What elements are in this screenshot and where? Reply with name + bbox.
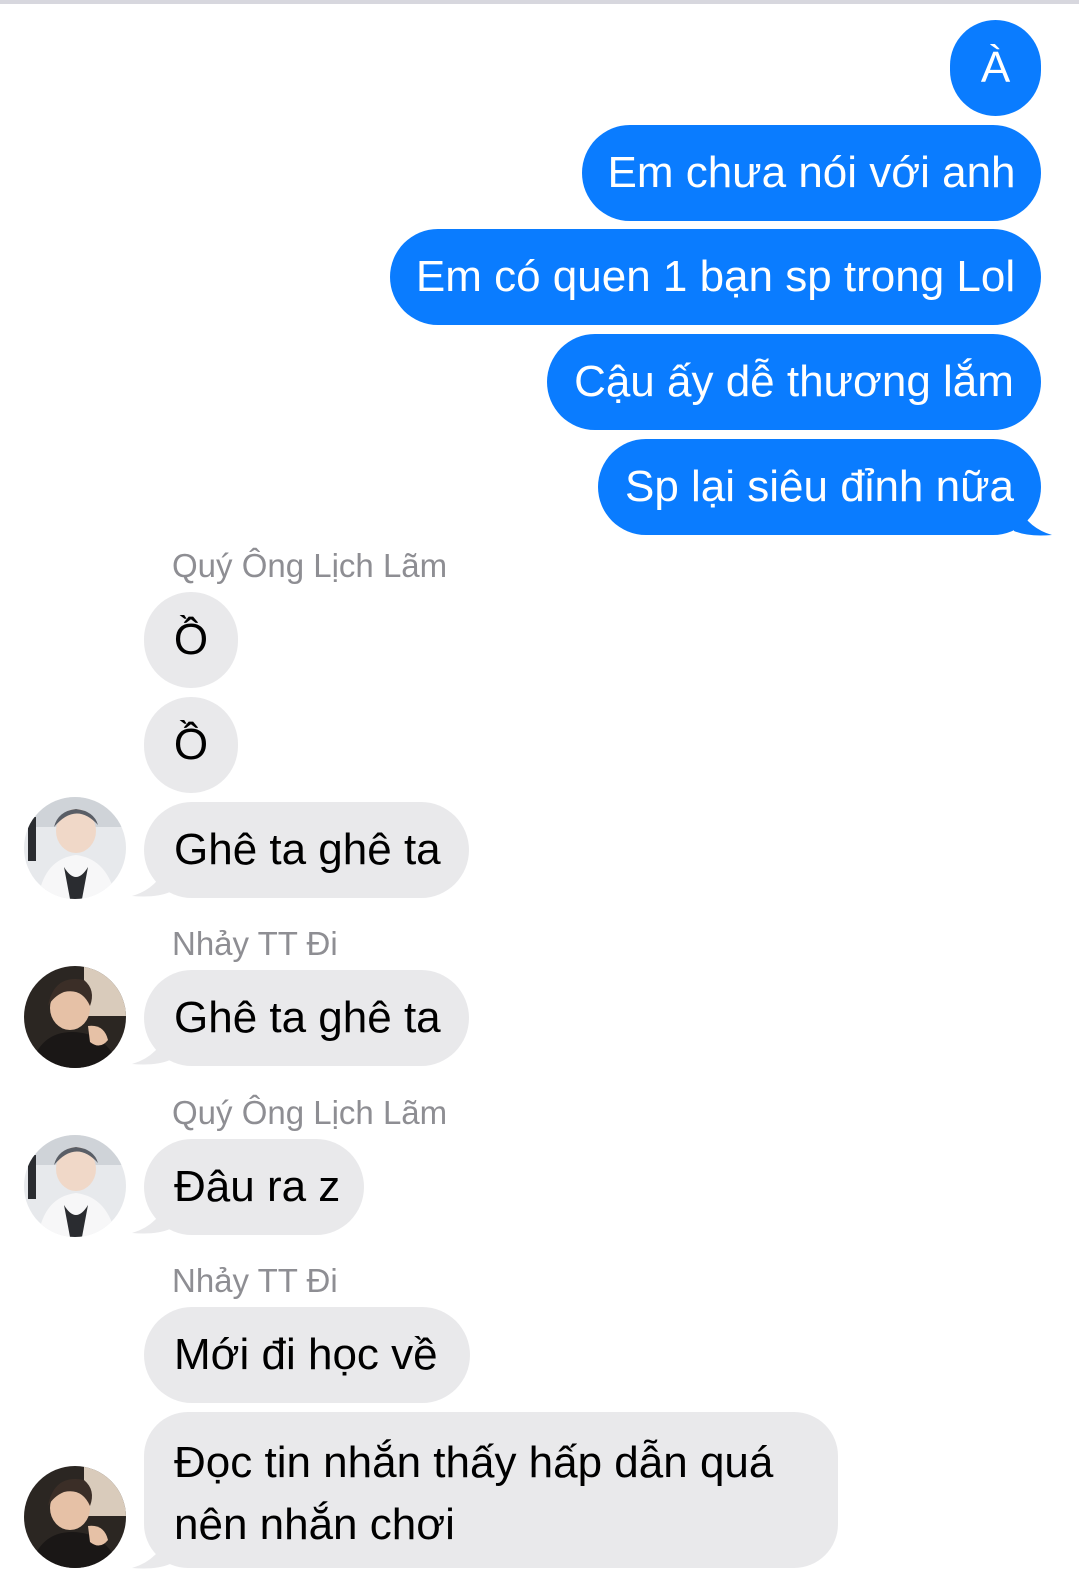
top-divider <box>0 0 1079 4</box>
bubble-tail-icon <box>132 1195 170 1234</box>
sender-name: Quý Ông Lịch Lãm <box>172 1094 448 1131</box>
outgoing-message[interactable]: Cậu ấy dễ thương lắm <box>547 334 1041 430</box>
incoming-message[interactable]: Ồ <box>144 697 238 793</box>
sender-name: Nhảy TT Đi <box>172 1262 338 1299</box>
incoming-message[interactable]: Đọc tin nhắn thấy hấp dẫn quá nên nhắn c… <box>144 1412 838 1568</box>
incoming-message[interactable]: Mới đi học về <box>144 1307 470 1403</box>
avatar[interactable] <box>24 1466 126 1568</box>
avatar[interactable] <box>24 1135 126 1237</box>
profile-photo-dark-icon <box>24 966 126 1068</box>
outgoing-message[interactable]: Sp lại siêu đỉnh nữa <box>598 439 1041 535</box>
avatar[interactable] <box>24 797 126 899</box>
bubble-tail-icon <box>132 1026 170 1065</box>
incoming-message[interactable]: Ghê ta ghê ta <box>144 802 469 898</box>
incoming-message[interactable]: Ghê ta ghê ta <box>144 970 469 1066</box>
avatar[interactable] <box>24 966 126 1068</box>
profile-photo-light-icon <box>24 1135 126 1237</box>
sender-name: Nhảy TT Đi <box>172 925 338 962</box>
bubble-tail-icon <box>1014 497 1052 536</box>
bubble-tail-icon <box>132 858 170 897</box>
profile-photo-light-icon <box>24 797 126 899</box>
profile-photo-dark-icon <box>24 1466 126 1568</box>
outgoing-message[interactable]: À <box>950 20 1041 116</box>
incoming-message[interactable]: Đâu ra z <box>144 1139 364 1235</box>
outgoing-message[interactable]: Em có quen 1 bạn sp trong Lol <box>390 229 1041 325</box>
outgoing-message[interactable]: Em chưa nói với anh <box>582 125 1041 221</box>
bubble-tail-icon <box>132 1530 170 1569</box>
sender-name: Quý Ông Lịch Lãm <box>172 547 448 584</box>
incoming-message[interactable]: Ồ <box>144 592 238 688</box>
